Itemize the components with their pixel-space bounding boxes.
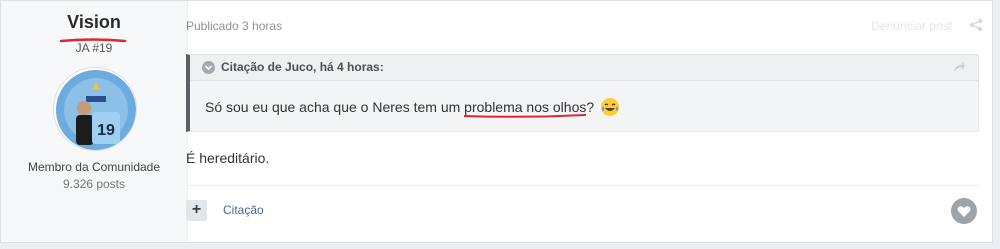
manchester-city-avatar-icon: 19: [54, 68, 136, 150]
quote-button[interactable]: Citação: [223, 203, 264, 217]
post-content: É hereditário.: [186, 150, 270, 166]
quote-block: Citação de Juco, há 4 horas: Só sou eu q…: [186, 54, 979, 132]
forum-post: Vision JA #19 19 Membro da Comunidade 9.…: [0, 0, 993, 243]
svg-text:19: 19: [97, 122, 115, 139]
author-rank: JA #19: [75, 41, 113, 55]
go-to-quote-icon[interactable]: [953, 61, 966, 73]
tears-of-joy-emoji-icon: [601, 98, 620, 116]
multiquote-add-button[interactable]: +: [186, 200, 207, 221]
post-timestamp[interactable]: Publicado 3 horas: [186, 19, 282, 33]
share-icon[interactable]: [969, 18, 983, 32]
report-post-link[interactable]: Denunciar post: [871, 19, 952, 33]
reaction-heart-button[interactable]: [951, 198, 977, 224]
red-underline: [464, 114, 587, 118]
divider: [186, 185, 979, 186]
author-username[interactable]: Vision: [1, 12, 187, 33]
avatar[interactable]: 19: [53, 67, 137, 151]
quote-text-highlight: problema nos olhos: [464, 99, 587, 118]
chevron-down-icon[interactable]: [202, 61, 215, 74]
author-panel: Vision JA #19 19 Membro da Comunidade 9.…: [1, 1, 188, 242]
heart-icon: [957, 206, 971, 217]
author-group: Membro da Comunidade: [27, 160, 161, 174]
author-post-count[interactable]: 9.326 posts: [1, 177, 187, 191]
quote-text-after: ?: [586, 99, 595, 115]
quote-author: Citação de Juco, há 4 horas:: [221, 60, 384, 74]
quote-text-before: Só sou eu que acha que o Neres tem um: [205, 99, 465, 115]
quote-text: Só sou eu que acha que o Neres tem um pr…: [205, 97, 620, 118]
quote-header: Citação de Juco, há 4 horas:: [190, 55, 978, 81]
